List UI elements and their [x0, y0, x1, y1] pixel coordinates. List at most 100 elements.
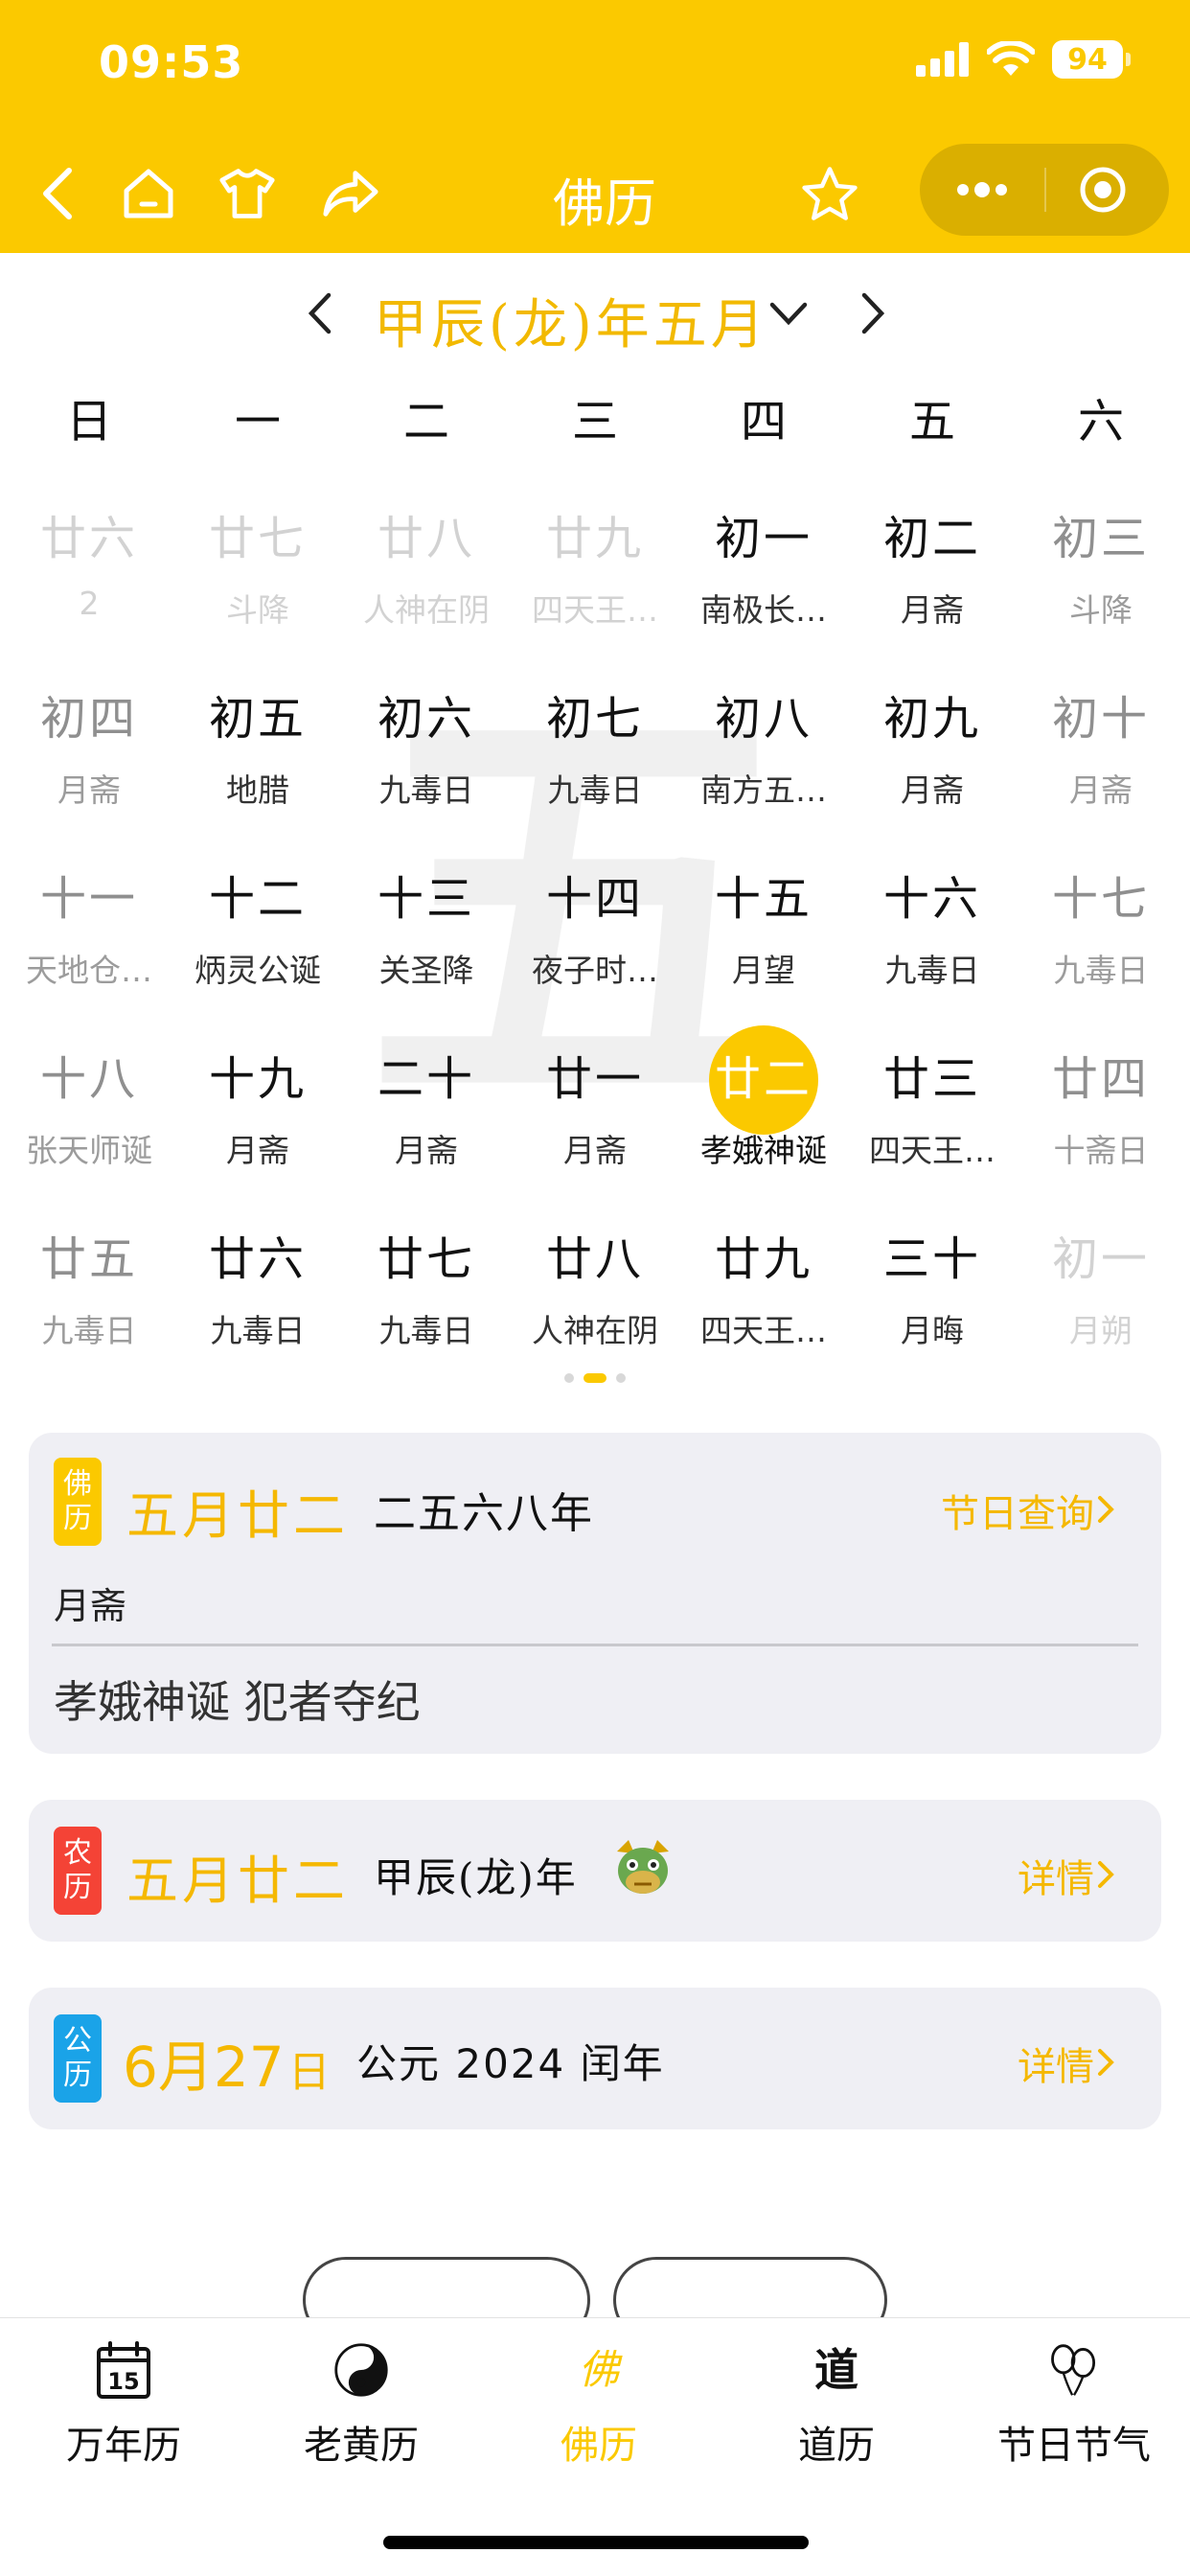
calendar-day[interactable]: 廿六 2	[5, 489, 173, 661]
day-festival-label: 九毒日	[378, 1312, 474, 1349]
calendar-15-icon: 15	[97, 2341, 150, 2399]
calendar-day[interactable]: 廿七 九毒日	[342, 1209, 511, 1382]
calendar-day[interactable]: 廿六 九毒日	[173, 1209, 342, 1382]
lunar-day-label: 十一	[39, 872, 138, 926]
month-title[interactable]: 甲辰(龙)年五月	[374, 282, 768, 359]
favorite-button[interactable]	[801, 165, 858, 222]
calendar-day[interactable]: 廿八 人神在阴	[511, 1209, 679, 1382]
lunar-day-label: 廿二	[714, 1052, 812, 1106]
day-festival-label: 四天王…	[532, 591, 658, 629]
calendar-day[interactable]: 十五 月望	[679, 849, 848, 1022]
calendar-day[interactable]: 廿三 四天王…	[848, 1029, 1017, 1202]
day-festival-label: 炳灵公诞	[195, 952, 321, 989]
day-festival-label: 月斋	[901, 771, 964, 809]
festival-query-label: 节日查询	[941, 1492, 1094, 1536]
buddhist-calendar-card: 佛历 五月廿二 二五六八年 节日查询 月斋 孝娥神诞 犯者夺纪	[29, 1433, 1161, 1754]
calendar-day[interactable]: 廿四 十斋日	[1017, 1029, 1185, 1202]
month-navigator: 甲辰(龙)年五月	[0, 278, 1190, 356]
weekday-header: 日 一 二 三 四 五 六	[0, 383, 1190, 450]
calendar-day[interactable]: 十三 关圣降	[342, 849, 511, 1022]
calendar-day[interactable]: 廿九 四天王…	[511, 489, 679, 661]
day-festival-label: 南极长…	[700, 591, 827, 629]
day-festival-label: 月晦	[901, 1312, 964, 1349]
day-festival-label: 月斋	[563, 1132, 627, 1169]
calendar-day[interactable]: 初三 斗降	[1017, 489, 1185, 661]
solar-date: 6月27日	[123, 2022, 331, 2103]
tab-festivals[interactable]: 节日节气	[955, 2318, 1190, 2481]
calendar-day[interactable]: 初一 月朔	[1017, 1209, 1185, 1382]
buddhist-year: 二五六八年	[374, 1489, 594, 1538]
calendar-day[interactable]: 廿五 九毒日	[5, 1209, 173, 1382]
tab-label: 节日节气	[997, 2424, 1151, 2468]
capsule-divider	[1044, 168, 1046, 212]
page-dot-active	[584, 1373, 606, 1383]
weekday-label: 五	[908, 395, 955, 448]
day-festival-label: 人神在阴	[532, 1312, 658, 1349]
lunar-day-label: 廿六	[208, 1232, 307, 1286]
more-button[interactable]	[949, 171, 1016, 209]
day-festival-label: 2	[79, 585, 100, 622]
calendar-day[interactable]: 初八 南方五…	[679, 669, 848, 841]
calendar-day[interactable]: 初五 地腊	[173, 669, 342, 841]
lunar-day-label: 初七	[545, 692, 644, 746]
solar-badge: 公历	[54, 2014, 102, 2103]
month-picker-toggle[interactable]	[767, 297, 811, 332]
lunar-day-label: 初六	[377, 692, 475, 746]
lunar-day-label: 廿七	[208, 512, 307, 565]
lunar-day-label: 廿八	[377, 512, 475, 565]
lunar-day-label: 初三	[1051, 512, 1150, 565]
calendar-day[interactable]: 初十 月斋	[1017, 669, 1185, 841]
tab-laohuangli[interactable]: 老黄历	[242, 2318, 480, 2481]
tab-wannianli[interactable]: 15 万年历	[5, 2318, 242, 2481]
calendar-day[interactable]: 廿一 月斋	[511, 1029, 679, 1202]
calendar-day[interactable]: 廿九 四天王…	[679, 1209, 848, 1382]
calendar-day[interactable]: 十二 炳灵公诞	[173, 849, 342, 1022]
solar-date-number: 6月27	[123, 2035, 285, 2100]
calendar-day[interactable]: 廿八 人神在阴	[342, 489, 511, 661]
calendar-day[interactable]: 初九 月斋	[848, 669, 1017, 841]
calendar-day-selected[interactable]: 廿二 孝娥神诞	[679, 1025, 848, 1202]
prev-month-button[interactable]	[302, 289, 340, 337]
day-festival-label: 斗降	[226, 591, 289, 629]
day-festival-label: 孝娥神诞	[700, 1132, 827, 1169]
mini-program-capsule	[920, 144, 1169, 236]
chevron-down-icon	[769, 302, 808, 326]
tab-foli[interactable]: 佛 佛历	[480, 2318, 718, 2481]
lunar-day-label: 十七	[1051, 872, 1150, 926]
lunar-day-label: 廿八	[545, 1232, 644, 1286]
lunar-day-label: 二十	[377, 1052, 475, 1106]
day-festival-label: 九毒日	[547, 771, 643, 809]
lunar-day-label: 初二	[882, 512, 981, 565]
day-festival-label: 南方五…	[700, 771, 827, 809]
calendar-day[interactable]: 初七 九毒日	[511, 669, 679, 841]
close-mini-program-button[interactable]	[1078, 165, 1128, 215]
day-festival-label: 夜子时…	[532, 952, 658, 989]
day-festival-label: 四天王…	[869, 1132, 995, 1169]
svg-text:15: 15	[107, 2368, 139, 2395]
weekday-label: 二	[402, 395, 449, 448]
calendar-day[interactable]: 廿七 斗降	[173, 489, 342, 661]
calendar-day[interactable]: 初二 月斋	[848, 489, 1017, 661]
day-festival-label: 月斋	[395, 1132, 458, 1169]
chevron-left-icon	[308, 292, 332, 334]
lunar-badge: 农历	[54, 1827, 102, 1915]
day-festival-label: 关圣降	[378, 952, 474, 989]
day-festival-label: 月斋	[1069, 771, 1133, 809]
next-month-button[interactable]	[853, 289, 891, 337]
calendar-day[interactable]: 十六 九毒日	[848, 849, 1017, 1022]
calendar-day[interactable]: 三十 月晦	[848, 1209, 1017, 1382]
day-festival-label: 九毒日	[210, 1312, 306, 1349]
calendar-day[interactable]: 初六 九毒日	[342, 669, 511, 841]
calendar-day[interactable]: 十七 九毒日	[1017, 849, 1185, 1022]
calendar-day[interactable]: 十八 张天师诞	[5, 1029, 173, 1202]
calendar-day[interactable]: 十四 夜子时…	[511, 849, 679, 1022]
calendar-day[interactable]: 十九 月斋	[173, 1029, 342, 1202]
calendar-day[interactable]: 十一 天地仓…	[5, 849, 173, 1022]
tab-daoli[interactable]: 道 道历	[718, 2318, 955, 2481]
calendar-day[interactable]: 二十 月斋	[342, 1029, 511, 1202]
day-festival-label: 月斋	[901, 591, 964, 629]
calendar-day[interactable]: 初四 月斋	[5, 669, 173, 841]
calendar-day[interactable]: 初一 南极长…	[679, 489, 848, 661]
buddhist-date: 五月廿二	[126, 1485, 349, 1546]
chevron-right-icon	[861, 292, 885, 334]
